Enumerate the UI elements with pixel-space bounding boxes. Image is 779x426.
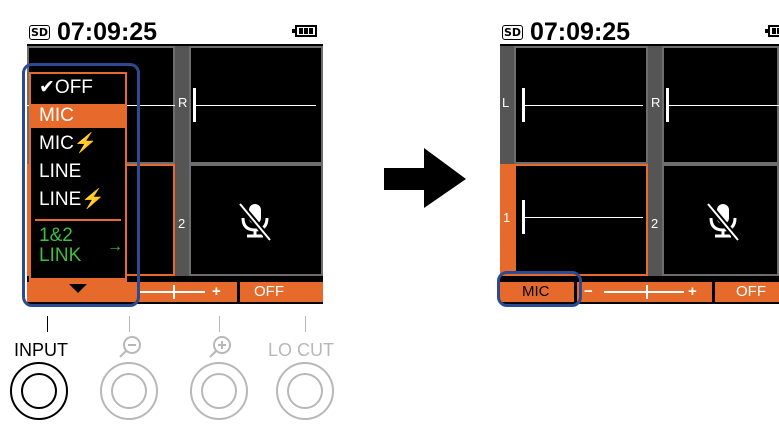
channel-2-label: 2 [651, 216, 659, 231]
channel-2-label: 2 [178, 216, 186, 231]
input-button-label: INPUT [14, 340, 68, 360]
plus-leader-line [219, 316, 220, 332]
input-leader-line [47, 316, 48, 332]
minus-label: − [584, 283, 593, 300]
channel-1-pane [514, 164, 648, 276]
locut-button-label: LO CUT [268, 340, 335, 360]
channel-r-meter-line [669, 105, 779, 106]
sd-card-icon: SD [502, 25, 524, 40]
locut-leader-line [305, 316, 306, 332]
input-value-highlight-frame [497, 271, 582, 307]
channel-r-meter-line [196, 105, 316, 106]
minus-zoom-icon [119, 336, 141, 358]
channel-r-label: R [178, 95, 188, 110]
input-button[interactable] [10, 362, 68, 420]
level-marker [173, 285, 175, 299]
channel-1-label: 1 [503, 210, 511, 225]
level-track [139, 291, 205, 293]
channel-l-meter-line [525, 105, 643, 106]
battery-full-icon [765, 25, 779, 37]
menu-highlight-frame [22, 63, 140, 307]
channel-r-label: R [651, 95, 661, 110]
bottom-divider [237, 282, 240, 302]
battery-full-icon [292, 25, 317, 37]
plus-zoom-icon [209, 336, 231, 358]
plus-label: + [212, 283, 221, 300]
plus-button[interactable] [190, 362, 248, 420]
sd-card-icon: SD [29, 25, 51, 40]
locut-value: OFF [254, 283, 284, 300]
clock-time: 07:09:25 [57, 18, 158, 46]
minus-button[interactable] [100, 362, 158, 420]
level-track [604, 291, 684, 293]
channel-l-label: L [502, 95, 510, 110]
minus-leader-line [129, 316, 130, 332]
plus-label: + [688, 283, 697, 300]
bottom-divider-2 [712, 282, 715, 302]
right-arrow-icon [384, 148, 466, 208]
channel-1-meter-line [525, 217, 643, 218]
clock-time: 07:09:25 [530, 18, 631, 46]
locut-button[interactable] [276, 362, 334, 420]
locut-value: OFF [736, 283, 766, 300]
mic-muted-icon [705, 202, 741, 242]
level-marker [646, 285, 648, 299]
mic-muted-icon [237, 202, 273, 242]
right-device-screen: SD 07:09:25 L R 1 2 MIC − + OFF [500, 18, 779, 304]
